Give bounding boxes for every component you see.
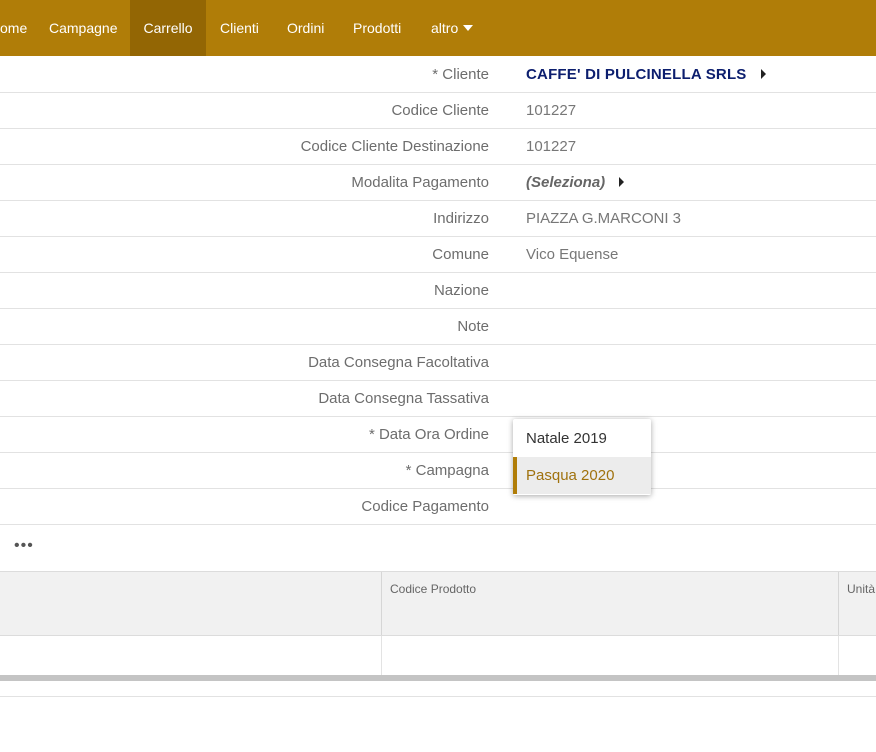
nav-item-carrello[interactable]: Carrello — [130, 0, 206, 56]
table-header: Codice Prodotto Unità — [0, 571, 876, 636]
form-label: Codice Cliente — [391, 102, 489, 119]
form-row-codice-pagamento: Codice Pagamento — [0, 489, 876, 525]
cliente-link[interactable]: CAFFE' DI PULCINELLA SRLS — [526, 57, 766, 92]
dropdown-option-selected[interactable]: Pasqua 2020 — [513, 457, 651, 494]
form-label: * Campagna — [405, 462, 489, 479]
caret-right-icon — [760, 69, 766, 80]
nav-item-campagne[interactable]: Campagne — [49, 0, 118, 56]
form-row-campagna: * Campagna — [0, 453, 876, 489]
nav-item-prodotti[interactable]: Prodotti — [353, 0, 401, 56]
form-value: 101227 — [526, 102, 577, 119]
more-options-icon[interactable]: ••• — [14, 537, 34, 555]
form-row-indirizzo: Indirizzo PIAZZA G.MARCONI 3 — [0, 201, 876, 237]
form-label: Codice Pagamento — [361, 498, 489, 515]
form-row-cliente: * Cliente CAFFE' DI PULCINELLA SRLS — [0, 57, 876, 93]
form-row-comune: Comune Vico Equense — [0, 237, 876, 273]
divider — [0, 696, 876, 697]
dropdown-option[interactable]: Natale 2019 — [513, 420, 651, 457]
column-header-unita[interactable]: Unità — [838, 572, 876, 635]
form-label: Data Consegna Facoltativa — [308, 354, 489, 371]
form-label: Codice Cliente Destinazione — [300, 138, 489, 155]
table-cell — [381, 636, 838, 675]
nav-item-altro[interactable]: altro — [431, 0, 474, 56]
form-label: * Data Ora Ordine — [368, 426, 489, 443]
nav-item-home[interactable]: ome — [0, 0, 27, 56]
table-cell — [838, 636, 876, 675]
form-row-codice-cliente: Codice Cliente 101227 — [0, 93, 876, 129]
modalita-pagamento-select[interactable]: (Seleziona) — [526, 165, 625, 200]
table-row[interactable] — [0, 636, 876, 675]
form-label: Note — [457, 318, 489, 335]
column-header[interactable] — [0, 572, 381, 635]
horizontal-scrollbar[interactable] — [0, 675, 876, 681]
column-header-codice-prodotto[interactable]: Codice Prodotto — [381, 572, 838, 635]
form-row-note: Note — [0, 309, 876, 345]
form-value: Vico Equense — [526, 246, 619, 263]
form-row-codice-cliente-destinazione: Codice Cliente Destinazione 101227 — [0, 129, 876, 165]
cliente-name: CAFFE' DI PULCINELLA SRLS — [526, 66, 747, 83]
top-navbar: ome Campagne Carrello Clienti Ordini Pro… — [0, 0, 876, 56]
nav-item-ordini[interactable]: Ordini — [287, 0, 324, 56]
form-row-nazione: Nazione — [0, 273, 876, 309]
caret-right-icon — [619, 177, 625, 188]
form-row-data-consegna-facoltativa: Data Consegna Facoltativa — [0, 345, 876, 381]
form-row-data-ora-ordine: * Data Ora Ordine — [0, 417, 876, 453]
form-label: * Cliente — [432, 66, 489, 83]
form-label: Data Consegna Tassativa — [318, 390, 489, 407]
form-label: Nazione — [433, 282, 489, 299]
campagna-dropdown: Natale 2019 Pasqua 2020 — [513, 419, 651, 495]
select-placeholder: (Seleziona) — [526, 174, 606, 191]
caret-down-icon — [463, 25, 474, 32]
form-row-data-consegna-tassativa: Data Consegna Tassativa — [0, 381, 876, 417]
form-row-modalita-pagamento: Modalita Pagamento (Seleziona) — [0, 165, 876, 201]
nav-item-altro-label: altro — [431, 20, 459, 36]
nav-item-clienti[interactable]: Clienti — [220, 0, 259, 56]
form-label: Modalita Pagamento — [351, 174, 489, 191]
form-value: PIAZZA G.MARCONI 3 — [526, 210, 682, 227]
form-value: 101227 — [526, 138, 577, 155]
form-label: Comune — [432, 246, 489, 263]
form-label: Indirizzo — [433, 210, 489, 227]
